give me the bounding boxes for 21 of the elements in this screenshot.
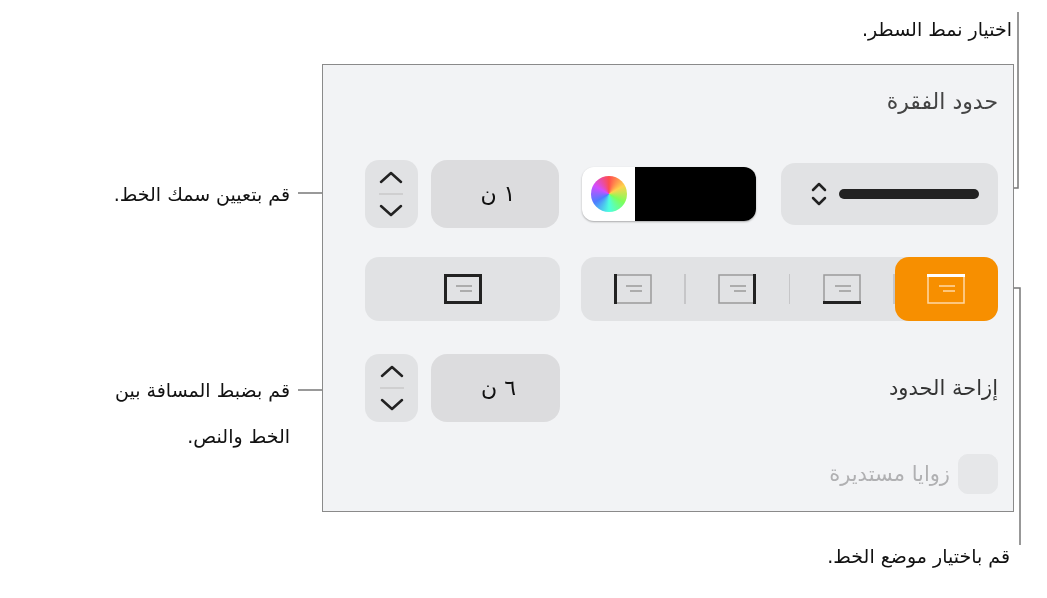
callout-text: قم بتعيين سمك الخط.: [113, 182, 290, 208]
color-well[interactable]: [582, 167, 756, 221]
stepper[interactable]: [365, 354, 418, 422]
border-button[interactable]: [365, 257, 560, 321]
checkbox-label: زوايا مستديرة: [829, 462, 950, 486]
offset-label: إزاحة الحدود: [888, 376, 998, 400]
callout-text: اختيار نمط السطر.: [862, 17, 1012, 43]
callout-text: قم باختيار موضع الخط.: [827, 544, 1010, 570]
callout-text: قم بضبط المسافة بين الخط والنص.: [114, 378, 290, 450]
box-border-icon: [443, 274, 482, 304]
section-title: حدود الفقرة: [886, 88, 998, 116]
value-field[interactable]: ٦ ن: [431, 354, 560, 422]
color-wheel-icon: [591, 176, 628, 212]
right-border-icon: [718, 274, 757, 304]
stepper[interactable]: [365, 160, 418, 228]
line-sample-icon: [838, 188, 980, 200]
top-border-icon: [927, 274, 966, 304]
line-style-popup[interactable]: [780, 163, 998, 225]
left-border-icon: [613, 274, 652, 304]
value-field[interactable]: ١ ن: [430, 160, 560, 228]
bottom-border-icon: [822, 274, 861, 304]
